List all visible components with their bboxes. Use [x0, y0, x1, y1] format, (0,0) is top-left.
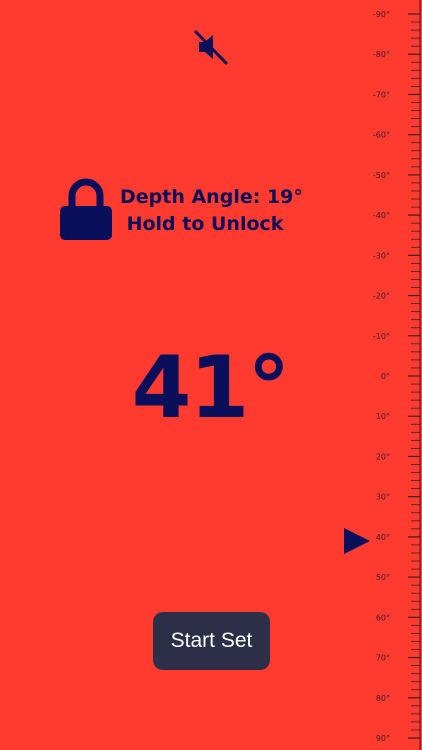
ruler-label: 50° — [376, 573, 390, 582]
angle-indicator — [342, 526, 372, 556]
ruler-label: 10° — [376, 412, 390, 421]
ruler-label: -50° — [373, 171, 390, 180]
depth-angle-label: Depth Angle: 19° — [120, 186, 303, 208]
angle-readout: 41° — [131, 338, 291, 438]
ruler-label: 40° — [376, 533, 390, 542]
ruler-label: 90° — [376, 734, 390, 743]
ruler-label: 20° — [376, 452, 390, 461]
ruler-label: -80° — [373, 50, 390, 59]
ruler-label: -70° — [373, 90, 390, 99]
ruler-label: -30° — [373, 251, 390, 260]
speaker-muted-icon — [194, 30, 228, 65]
ruler-label: 80° — [376, 694, 390, 703]
unlock-hint: Hold to Unlock — [126, 213, 284, 235]
ruler-label: 30° — [376, 493, 390, 502]
lock-button[interactable] — [58, 178, 114, 242]
angle-ruler: -90° -80° -70° -60° -50° -40° -30° -20° -10° 0° 10… — [373, 0, 421, 750]
ruler-label: 60° — [376, 613, 390, 622]
triangle-right-icon — [344, 527, 370, 554]
ruler-label: -60° — [373, 131, 390, 140]
ruler-label: 0° — [381, 372, 390, 381]
ruler-label: -10° — [373, 332, 390, 341]
lock-icon — [60, 178, 112, 240]
ruler-label: -90° — [373, 10, 390, 19]
lock-status: Depth Angle: 19° Hold to Unlock — [120, 184, 303, 238]
start-set-button[interactable]: Start Set — [153, 612, 270, 670]
ruler-label: 70° — [376, 654, 390, 663]
ruler-label: -20° — [373, 292, 390, 301]
angle-screen: Depth Angle: 19° Hold to Unlock 41° -90°… — [0, 0, 422, 750]
ruler-label: -40° — [373, 211, 390, 220]
mute-button[interactable] — [190, 26, 232, 68]
